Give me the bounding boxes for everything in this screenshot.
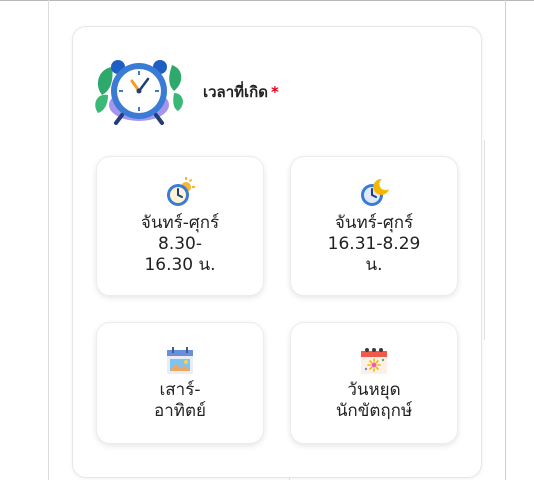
label-line: 16.30 น. <box>144 254 216 275</box>
section-title: เวลาที่เกิด * <box>203 80 279 104</box>
label-line: จันทร์-ศุกร์ <box>334 212 414 233</box>
layout-guide <box>484 140 485 340</box>
option-label: จันทร์-ศุกร์ 16.31-8.29 น. <box>328 213 421 276</box>
option-label: จันทร์-ศุกร์ 8.30- 16.30 น. <box>141 213 219 276</box>
label-line: จันทร์-ศุกร์ <box>140 212 220 233</box>
sun-clock-icon <box>167 176 195 206</box>
section-title-text: เวลาที่เกิด <box>203 83 269 101</box>
moon-clock-icon <box>361 178 389 206</box>
calendar-holiday-icon <box>361 348 387 374</box>
calendar-weekend-icon <box>167 347 193 374</box>
label-line: น. <box>365 254 383 275</box>
required-marker: * <box>271 83 279 101</box>
label-line: 16.31-8.29 <box>327 233 421 254</box>
option-label: เสาร์- อาทิตย์ <box>154 380 206 422</box>
window-border-top <box>0 0 534 1</box>
label-line: อาทิตย์ <box>154 401 206 421</box>
option-public-holiday[interactable]: วันหยุด นักขัตฤกษ์ <box>290 322 458 444</box>
option-weekday-nighttime[interactable]: จันทร์-ศุกร์ 16.31-8.29 น. <box>290 156 458 296</box>
label-line: 8.30- <box>158 233 202 254</box>
option-label: วันหยุด นักขัตฤกษ์ <box>336 380 412 422</box>
label-line: วันหยุด <box>347 380 401 400</box>
label-line: เสาร์- <box>159 380 201 400</box>
option-weekend[interactable]: เสาร์- อาทิตย์ <box>96 322 264 444</box>
option-weekday-daytime[interactable]: จันทร์-ศุกร์ 8.30- 16.30 น. <box>96 156 264 296</box>
layout-divider-right <box>505 0 506 480</box>
label-line: นักขัตฤกษ์ <box>335 401 413 421</box>
layout-divider-left <box>48 0 49 480</box>
alarm-clock-illustration-icon <box>95 60 183 125</box>
